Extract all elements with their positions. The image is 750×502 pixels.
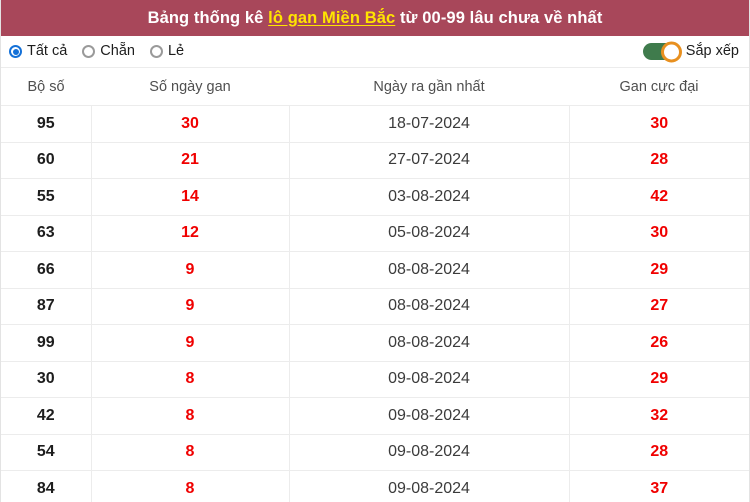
cell-gan-cuc-dai: 42 xyxy=(569,178,749,216)
cell-gan-cuc-dai: 28 xyxy=(569,434,749,471)
column-header-gan-cuc-dai[interactable]: Gan cực đại xyxy=(569,68,749,106)
cell-ngay-ra: 27-07-2024 xyxy=(289,142,570,179)
table-row[interactable]: 99 9 08-08-2024 26 xyxy=(1,324,749,362)
table-row[interactable]: 66 9 08-08-2024 29 xyxy=(1,251,749,289)
table-row[interactable]: 63 12 05-08-2024 30 xyxy=(1,215,749,252)
radio-label-chan: Chẵn xyxy=(100,43,135,60)
cell-ngay-ra: 08-08-2024 xyxy=(289,251,570,289)
table-row[interactable]: 87 9 08-08-2024 27 xyxy=(1,288,749,325)
table-header: Bộ số Số ngày gan Ngày ra gần nhất Gan c… xyxy=(1,68,749,106)
lo-gan-mien-bac-link[interactable]: lô gan Miền Bắc xyxy=(268,9,395,27)
cell-so-ngay-gan: 12 xyxy=(91,215,290,252)
radio-option-tat-ca[interactable]: Tất cả xyxy=(9,44,67,59)
cell-ngay-ra: 08-08-2024 xyxy=(289,324,570,362)
sort-toggle-switch[interactable] xyxy=(642,41,682,62)
table-row[interactable]: 30 8 09-08-2024 29 xyxy=(1,361,749,398)
cell-gan-cuc-dai: 27 xyxy=(569,288,749,325)
radio-button-icon-chan[interactable] xyxy=(82,45,96,58)
cell-ngay-ra: 03-08-2024 xyxy=(289,178,570,216)
column-header-so-ngay-gan[interactable]: Số ngày gan xyxy=(91,68,289,106)
number-parity-radio-group: Tất cả Chẵn Lẻ xyxy=(9,44,643,59)
cell-ngay-ra: 09-08-2024 xyxy=(289,361,570,398)
cell-bo-so: 54 xyxy=(1,434,92,471)
cell-bo-so: 87 xyxy=(1,288,92,325)
radio-label-le: Lẻ xyxy=(167,43,185,60)
cell-bo-so: 66 xyxy=(1,251,92,289)
column-header-bo-so[interactable]: Bộ số xyxy=(1,68,91,106)
page-title-suffix: từ 00-99 lâu chưa về nhất xyxy=(395,8,603,27)
lo-gan-table: Bộ số Số ngày gan Ngày ra gần nhất Gan c… xyxy=(1,68,749,502)
cell-gan-cuc-dai: 37 xyxy=(569,470,749,502)
radio-button-icon-le[interactable] xyxy=(149,45,163,58)
cell-ngay-ra: 09-08-2024 xyxy=(289,434,570,471)
cell-so-ngay-gan: 8 xyxy=(91,397,290,435)
page-title: Bảng thống kê lô gan Miền Bắc từ 00-99 l… xyxy=(148,10,603,27)
cell-so-ngay-gan: 8 xyxy=(91,361,290,398)
cell-bo-so: 99 xyxy=(1,324,92,362)
cell-so-ngay-gan: 9 xyxy=(91,324,290,362)
cell-so-ngay-gan: 9 xyxy=(91,251,290,289)
cell-bo-so: 84 xyxy=(1,470,92,502)
cell-ngay-ra: 09-08-2024 xyxy=(289,397,570,435)
cell-so-ngay-gan: 8 xyxy=(91,470,290,502)
cell-gan-cuc-dai: 32 xyxy=(569,397,749,435)
page-title-bar: Bảng thống kê lô gan Miền Bắc từ 00-99 l… xyxy=(1,0,749,36)
table-body: 95 30 18-07-2024 30 60 21 27-07-2024 28 55 14 03-0… xyxy=(1,105,749,502)
radio-option-chan[interactable]: Chẵn xyxy=(82,44,135,59)
filter-controls-bar: Tất cả Chẵn Lẻ Sắp xếp xyxy=(1,36,749,68)
cell-ngay-ra: 18-07-2024 xyxy=(289,105,570,143)
table-row[interactable]: 42 8 09-08-2024 32 xyxy=(1,397,749,435)
cell-so-ngay-gan: 9 xyxy=(91,288,290,325)
radio-option-le[interactable]: Lẻ xyxy=(149,43,185,60)
sort-toggle-wrap: Sắp xếp xyxy=(642,41,739,62)
table-row[interactable]: 54 8 09-08-2024 28 xyxy=(1,434,749,471)
cell-bo-so: 63 xyxy=(1,215,92,252)
table-row[interactable]: 55 14 03-08-2024 42 xyxy=(1,178,749,216)
table-row[interactable]: 95 30 18-07-2024 30 xyxy=(1,105,749,143)
cell-so-ngay-gan: 8 xyxy=(91,434,290,471)
cell-gan-cuc-dai: 30 xyxy=(569,215,749,252)
cell-gan-cuc-dai: 28 xyxy=(569,142,749,179)
cell-ngay-ra: 05-08-2024 xyxy=(289,215,570,252)
toggle-knob-icon xyxy=(660,41,682,62)
cell-bo-so: 55 xyxy=(1,178,92,216)
cell-so-ngay-gan: 14 xyxy=(91,178,290,216)
table-row[interactable]: 84 8 09-08-2024 37 xyxy=(1,470,749,502)
sort-toggle-label: Sắp xếp xyxy=(685,43,739,60)
cell-bo-so: 60 xyxy=(1,142,92,179)
cell-bo-so: 95 xyxy=(1,105,92,143)
page-title-prefix: Bảng thống kê xyxy=(147,8,269,27)
lo-gan-statistics-page: Bảng thống kê lô gan Miền Bắc từ 00-99 l… xyxy=(0,0,750,502)
table-row[interactable]: 60 21 27-07-2024 28 xyxy=(1,142,749,179)
cell-ngay-ra: 09-08-2024 xyxy=(289,470,570,502)
radio-button-icon-tat-ca[interactable] xyxy=(9,45,22,58)
cell-gan-cuc-dai: 30 xyxy=(569,105,749,143)
cell-so-ngay-gan: 30 xyxy=(91,105,290,143)
cell-bo-so: 42 xyxy=(1,397,92,435)
cell-bo-so: 30 xyxy=(1,361,92,398)
cell-gan-cuc-dai: 26 xyxy=(569,324,749,362)
cell-gan-cuc-dai: 29 xyxy=(569,361,749,398)
radio-label-tat-ca: Tất cả xyxy=(27,43,68,60)
cell-so-ngay-gan: 21 xyxy=(91,142,290,179)
column-header-ngay-ra-gan-nhat[interactable]: Ngày ra gần nhất xyxy=(289,68,569,106)
table-header-row: Bộ số Số ngày gan Ngày ra gần nhất Gan c… xyxy=(1,68,749,106)
cell-gan-cuc-dai: 29 xyxy=(569,251,749,289)
cell-ngay-ra: 08-08-2024 xyxy=(289,288,570,325)
